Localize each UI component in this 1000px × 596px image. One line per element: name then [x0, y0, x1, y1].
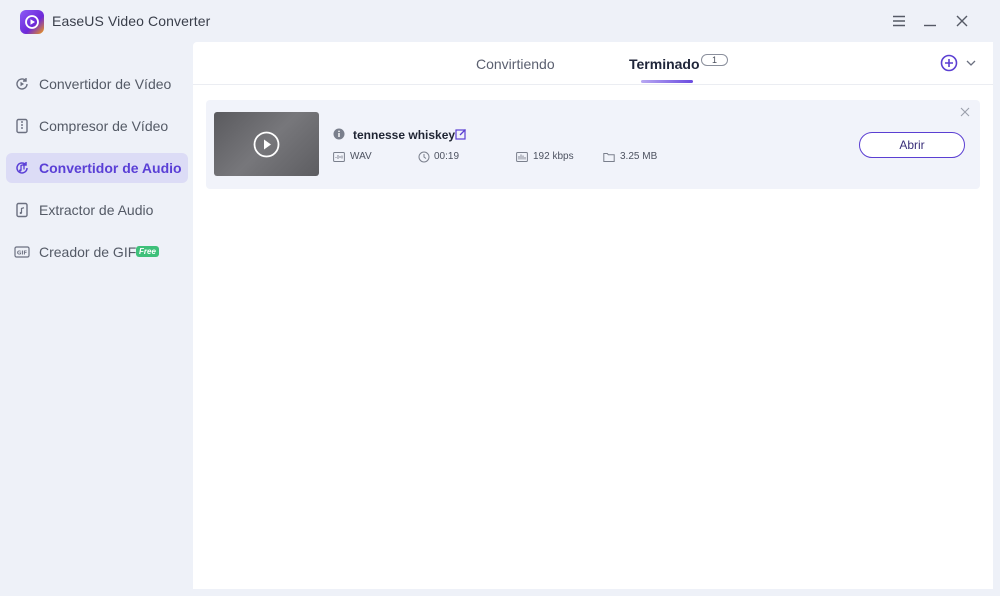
sidebar-item-label: Extractor de Audio	[39, 202, 154, 218]
play-icon[interactable]	[253, 131, 280, 158]
close-window-icon[interactable]	[952, 11, 972, 31]
sidebar-item-video-compressor[interactable]: Compresor de Vídeo	[6, 111, 188, 141]
sidebar-item-audio-converter[interactable]: Convertidor de Audio	[6, 153, 188, 183]
sidebar-item-gif-creator[interactable]: GIF Creador de GIF Free	[6, 237, 188, 267]
sidebar-item-label: Creador de GIF	[39, 244, 137, 260]
active-tab-indicator	[641, 80, 693, 83]
file-format: WAV	[350, 151, 372, 162]
tab-finished[interactable]: Terminado	[629, 56, 700, 72]
sidebar-item-label: Compresor de Vídeo	[39, 118, 169, 134]
tab-converting[interactable]: Convirtiendo	[476, 56, 555, 72]
close-icon[interactable]	[960, 107, 970, 117]
add-file-icon[interactable]	[940, 54, 958, 72]
sidebar-item-audio-extractor[interactable]: Extractor de Audio	[6, 195, 188, 225]
app-title: EaseUS Video Converter	[52, 13, 211, 29]
file-name: tennesse whiskey	[353, 128, 456, 142]
chevron-down-icon[interactable]	[965, 58, 977, 68]
open-button[interactable]: Abrir	[859, 132, 965, 158]
info-icon[interactable]	[333, 128, 345, 140]
sidebar-item-video-converter[interactable]: Convertidor de Vídeo	[6, 69, 188, 99]
audio-format-icon	[333, 152, 345, 162]
edit-icon[interactable]	[455, 128, 467, 140]
folder-icon	[603, 153, 615, 162]
file-duration: 00:19	[434, 151, 460, 162]
tabs-bar: Convirtiendo Terminado 1	[193, 42, 993, 85]
video-thumbnail[interactable]	[214, 112, 319, 176]
clock-icon	[418, 151, 430, 163]
minimize-icon[interactable]	[920, 11, 940, 31]
main-panel: Convirtiendo Terminado 1 tennesse whiske…	[193, 42, 993, 589]
app-logo-icon	[20, 10, 44, 34]
compress-icon	[16, 118, 28, 134]
finished-count-badge: 1	[701, 54, 728, 66]
sidebar-item-label: Convertidor de Vídeo	[39, 76, 172, 92]
title-bar: EaseUS Video Converter	[0, 0, 1000, 42]
bitrate-icon	[516, 152, 528, 162]
audio-extract-icon	[16, 202, 28, 218]
audio-convert-icon	[16, 162, 28, 174]
gif-icon: GIF	[14, 246, 30, 258]
file-size: 3.25 MB	[620, 151, 658, 162]
file-bitrate: 192 kbps	[533, 151, 574, 162]
sidebar-item-label: Convertidor de Audio	[39, 160, 182, 176]
free-badge: Free	[136, 246, 159, 257]
menu-icon[interactable]	[889, 11, 909, 31]
svg-text:GIF: GIF	[17, 251, 28, 257]
task-card: tennesse whiskey WAV 00:19 192 kbps 3.25…	[206, 100, 980, 189]
video-convert-icon	[16, 78, 28, 90]
